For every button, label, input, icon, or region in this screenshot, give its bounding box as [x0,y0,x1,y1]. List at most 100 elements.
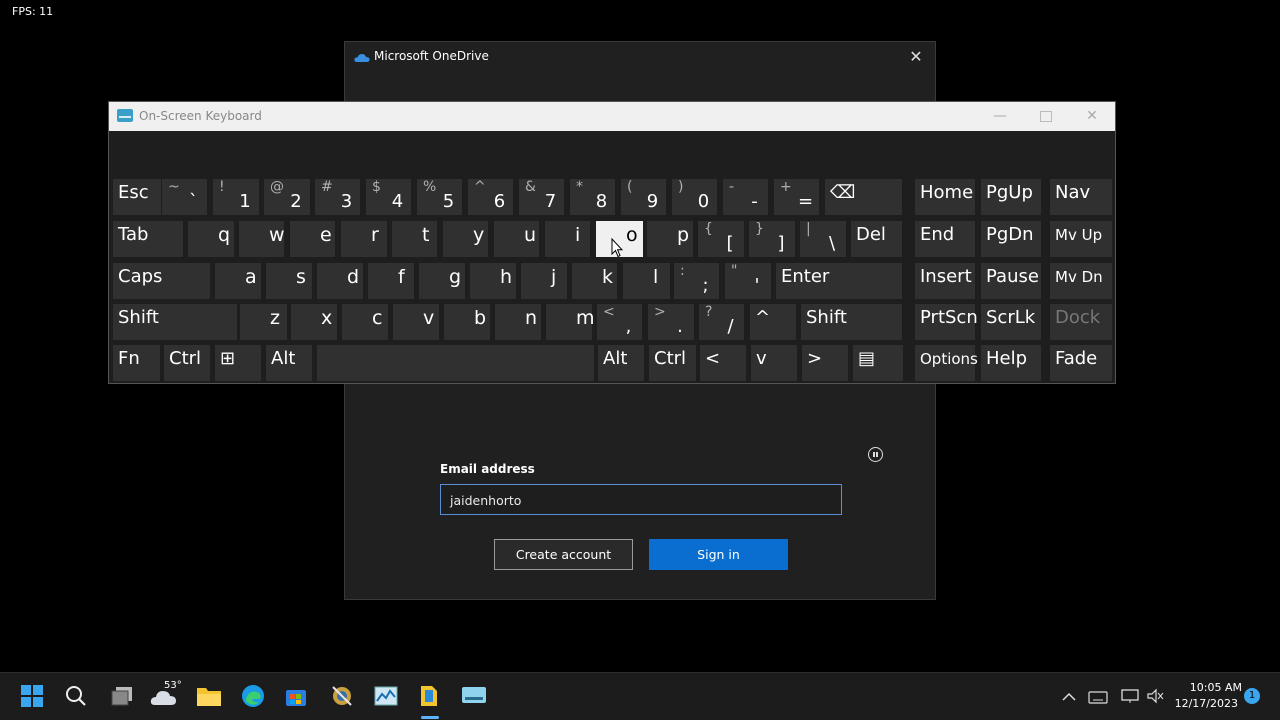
key-k[interactable]: k [572,263,617,299]
create-account-button[interactable]: Create account [494,539,633,570]
key-6[interactable]: ^ 6 [468,179,513,215]
key-4[interactable]: $4 [366,179,411,215]
key-k12[interactable]: -- [723,179,768,215]
key-a[interactable]: a [215,263,261,299]
key-k61[interactable]: >. [648,304,694,340]
pause-icon[interactable] [868,447,883,462]
key-k62[interactable]: ? / [699,304,744,340]
notification-badge[interactable]: 1 [1244,688,1260,704]
key-k1[interactable]: ~ ` [162,179,207,215]
key-f[interactable]: f [368,263,414,299]
microsoft-store-icon[interactable] [285,685,307,707]
key-k47[interactable]: " ' [725,263,771,299]
key-9[interactable]: (9 [621,179,666,215]
key-w[interactable]: w [239,221,285,257]
key-t[interactable]: t [392,221,437,257]
email-input[interactable]: jaidenhorto [440,484,842,515]
key-k29[interactable]: {[ [698,221,744,257]
sign-in-button[interactable]: Sign in [649,539,788,570]
start-windows-icon[interactable] [21,685,43,707]
clock-date[interactable]: 12/17/2023 [1170,697,1238,710]
key-x[interactable]: x [291,304,337,340]
key-n[interactable]: n [495,304,541,340]
key-k60[interactable]: <, [597,304,642,340]
key-shift[interactable]: Shift [113,304,237,340]
key-pause[interactable]: Pause [981,263,1041,299]
task-view-icon[interactable] [110,685,134,707]
key-k63[interactable]: ^ [750,304,796,340]
app-icon-tools[interactable] [330,684,354,708]
key-g[interactable]: g [419,263,465,299]
key-2[interactable]: @2 [264,179,310,215]
key-k77[interactable]: > [802,345,848,381]
on-screen-keyboard-app-icon[interactable] [461,685,487,707]
key-k14[interactable]: ⌫ [825,179,902,215]
key-k13[interactable]: + = [774,179,819,215]
key-b[interactable]: b [444,304,490,340]
key-options[interactable]: Options [915,345,978,381]
key-5[interactable]: % 5 [417,179,462,215]
key-k31[interactable]: | \ [800,221,846,257]
key-caps[interactable]: Caps [113,263,210,299]
edge-browser-icon[interactable] [241,684,265,708]
key-0[interactable]: ) 0 [672,179,717,215]
key-e[interactable]: e [290,221,335,257]
onedrive-close-button[interactable]: ✕ [905,46,927,68]
osk-maximize-button[interactable] [1023,102,1069,131]
key-fade[interactable]: Fade [1050,345,1112,381]
file-explorer-active-icon[interactable] [418,684,442,708]
key-8[interactable]: * 8 [570,179,615,215]
key-p[interactable]: p [647,221,693,257]
clock-time[interactable]: 10:05 AM [1180,681,1242,694]
key-m[interactable]: m [546,304,595,340]
network-icon[interactable] [1120,688,1140,704]
key-v[interactable]: v [751,345,797,381]
key-7[interactable]: & 7 [519,179,564,215]
key-mvup[interactable]: Mv Up [1050,221,1112,257]
key-dock[interactable]: Dock [1050,304,1112,340]
key-j[interactable]: j [521,263,567,299]
key-ctrl[interactable]: Ctrl [649,345,696,381]
task-manager-icon[interactable] [374,685,398,707]
key-h[interactable]: h [470,263,516,299]
key-ctrl[interactable]: Ctrl [164,345,210,381]
key-pgdn[interactable]: PgDn [981,221,1041,257]
key-3[interactable]: #3 [315,179,360,215]
key-fn[interactable]: Fn [113,345,160,381]
key-k75[interactable]: < [700,345,746,381]
chevron-up-icon[interactable] [1061,689,1077,703]
key-1[interactable]: ! 1 [213,179,259,215]
key-help[interactable]: Help [981,345,1041,381]
file-explorer-icon[interactable] [196,685,222,707]
key-c[interactable]: c [342,304,388,340]
key-insert[interactable]: Insert [915,263,975,299]
key-q[interactable]: q [188,221,234,257]
key-y[interactable]: y [443,221,488,257]
key-l[interactable]: l [623,263,670,299]
key-alt[interactable]: Alt [266,345,312,381]
key-d[interactable]: d [317,263,363,299]
key-v[interactable]: v [393,304,439,340]
key-k78[interactable]: ▤ [853,345,903,381]
key-enter[interactable]: Enter [776,263,902,299]
key-k70[interactable]: ⊞ [215,345,261,381]
key-pgup[interactable]: PgUp [981,179,1041,215]
key-k46[interactable]: :; [674,263,719,299]
osk-minimize-button[interactable]: — [977,102,1023,131]
keyboard-tray-icon[interactable] [1088,689,1108,704]
osk-close-button[interactable]: ✕ [1069,102,1115,131]
key-k30[interactable]: }] [749,221,795,257]
key-scrlk[interactable]: ScrLk [981,304,1041,340]
key-z[interactable]: z [240,304,287,340]
key-nav[interactable]: Nav [1050,179,1112,215]
key-del[interactable]: Del [851,221,902,257]
volume-muted-icon[interactable] [1146,688,1164,704]
key-s[interactable]: s [266,263,312,299]
key-tab[interactable]: Tab [113,221,183,257]
key-mvdn[interactable]: Mv Dn [1050,263,1112,299]
key-prtscn[interactable]: PrtScn [915,304,978,340]
key-space[interactable] [317,345,594,381]
key-alt[interactable]: Alt [598,345,644,381]
key-i[interactable]: i [545,221,590,257]
key-shift[interactable]: Shift [801,304,902,340]
